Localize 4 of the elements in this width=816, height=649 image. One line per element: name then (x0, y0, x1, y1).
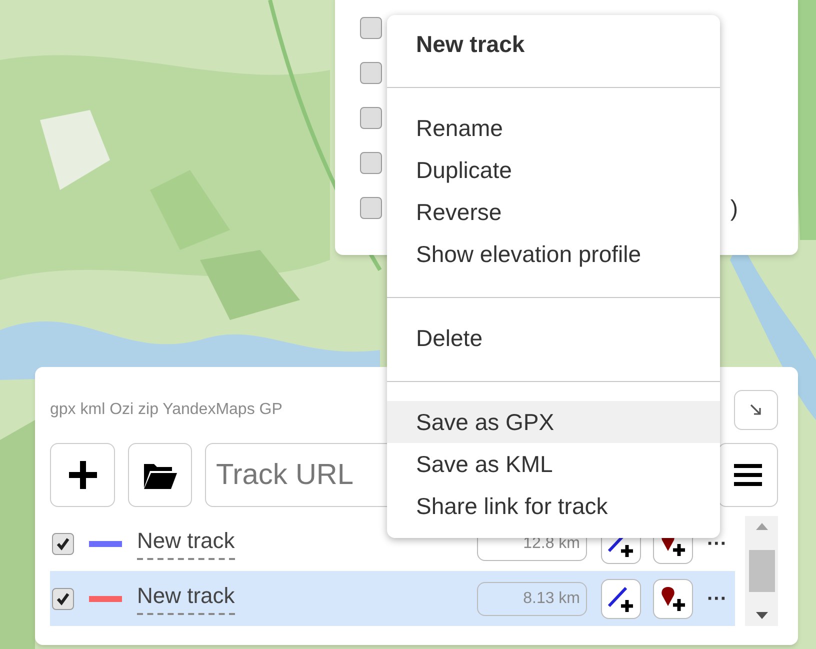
distance-text: 8.13 km (477, 582, 588, 616)
menu-title: New track (415, 30, 526, 59)
layer-label: ) (730, 194, 738, 223)
formats-text: gpx kml Ozi zip YandexMaps GP (50, 400, 282, 420)
